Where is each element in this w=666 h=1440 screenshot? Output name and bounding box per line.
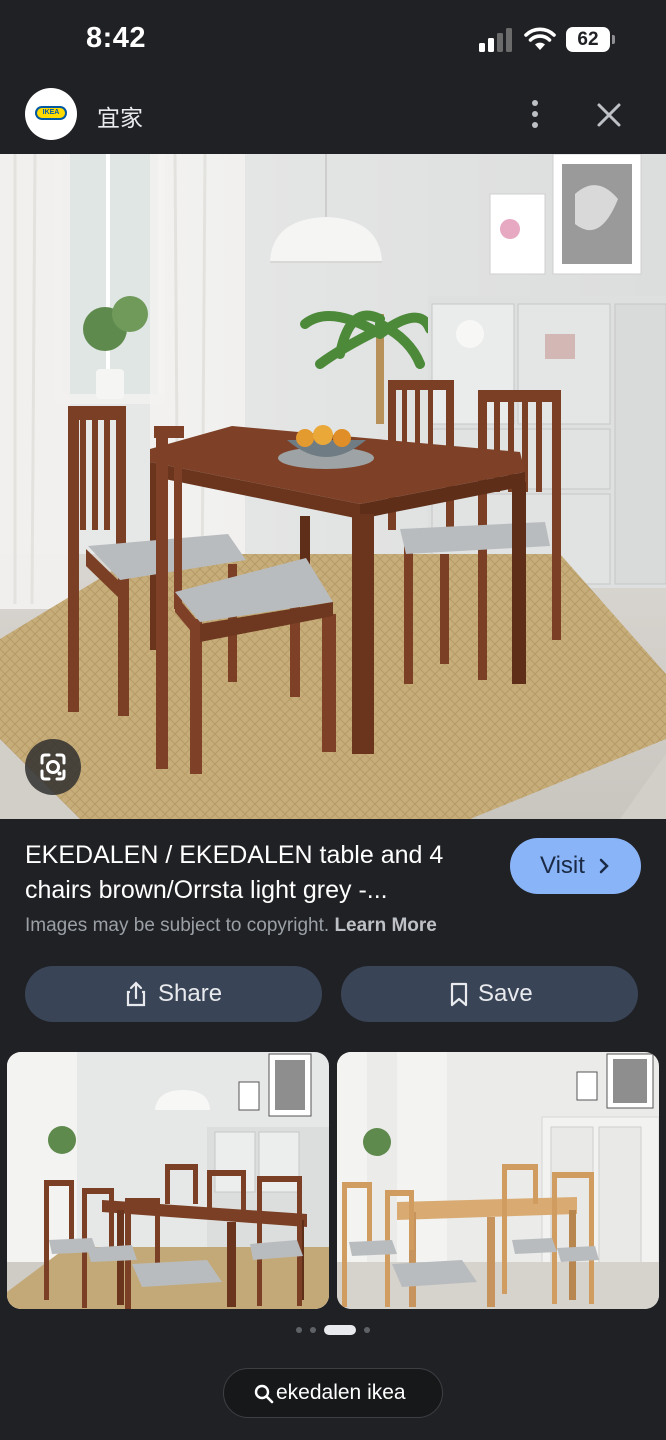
wifi-icon xyxy=(524,27,556,50)
chevron-right-icon xyxy=(599,858,609,874)
main-product-image[interactable] xyxy=(0,154,666,819)
site-name[interactable]: 宜家 xyxy=(97,99,143,133)
share-label: Share xyxy=(158,980,223,1007)
status-bar: 8:42 62 xyxy=(0,0,666,80)
logo-text: IKEA xyxy=(42,109,60,116)
visit-label: Visit xyxy=(540,852,585,879)
result-title[interactable]: EKEDALEN / EKEDALEN table and 4 chairs b… xyxy=(25,838,495,908)
battery-level: 62 xyxy=(577,29,599,50)
copyright-notice: Images may be subject to copyright. Lear… xyxy=(25,915,437,937)
search-query-text: ekedalen ikea xyxy=(276,1381,406,1404)
status-time: 8:42 xyxy=(86,22,147,54)
related-image-brown[interactable] xyxy=(7,1052,329,1309)
save-button[interactable]: Save xyxy=(341,966,638,1022)
source-header: IKEA 宜家 xyxy=(0,80,666,152)
visit-button[interactable]: Visit xyxy=(510,838,641,894)
carousel-pagination xyxy=(294,1325,374,1335)
page-dot-2[interactable] xyxy=(310,1327,316,1333)
related-photo-brown xyxy=(7,1052,329,1309)
share-button[interactable]: Share xyxy=(25,966,322,1022)
search-icon xyxy=(254,1384,274,1404)
share-icon xyxy=(126,981,146,1007)
page-dot-4[interactable] xyxy=(364,1327,370,1333)
close-icon[interactable] xyxy=(592,98,626,132)
related-photo-birch xyxy=(337,1052,659,1309)
copyright-text: Images may be subject to copyright. xyxy=(25,915,330,936)
learn-more-link[interactable]: Learn More xyxy=(334,915,436,936)
cellular-signal-icon xyxy=(479,28,515,52)
save-label: Save xyxy=(478,980,533,1007)
page-dot-1[interactable] xyxy=(296,1327,302,1333)
dining-set-photo xyxy=(0,154,666,819)
page-dot-3-active[interactable] xyxy=(324,1325,356,1335)
bookmark-icon xyxy=(450,982,468,1007)
google-lens-icon[interactable] xyxy=(25,739,81,795)
site-logo[interactable]: IKEA xyxy=(25,88,77,140)
more-vert-icon[interactable] xyxy=(519,94,551,134)
search-query-pill[interactable]: ekedalen ikea xyxy=(223,1368,443,1418)
battery-icon: 62 xyxy=(566,27,616,52)
related-image-birch[interactable] xyxy=(337,1052,659,1309)
